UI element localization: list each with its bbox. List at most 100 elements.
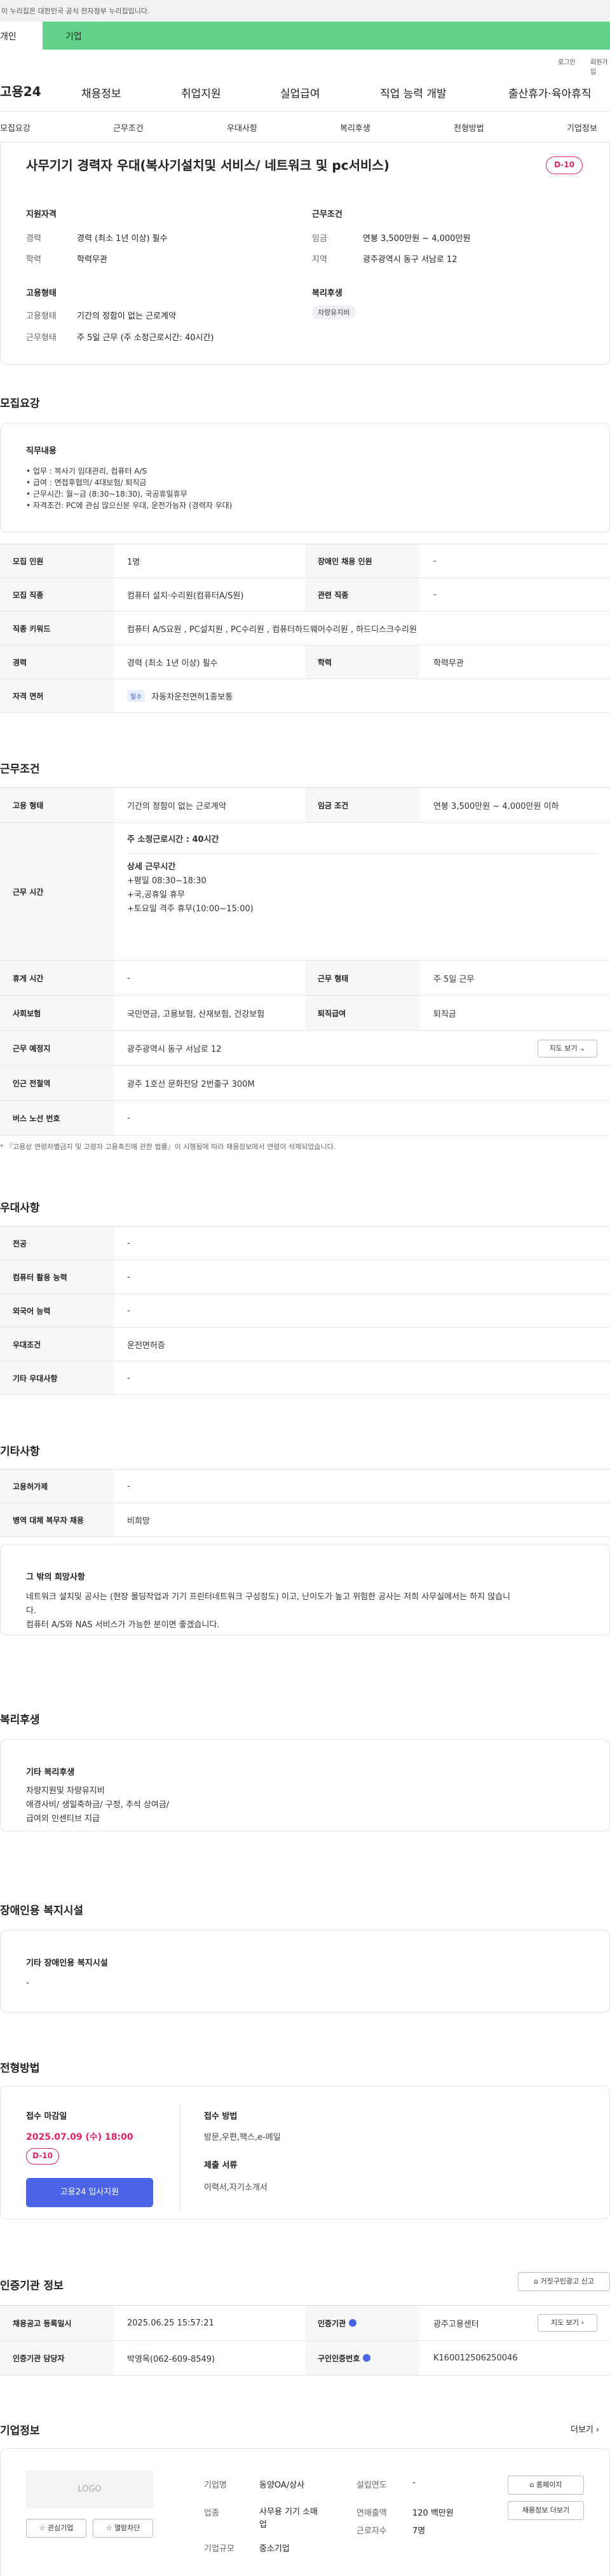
apply-button[interactable]: 고용24 입사지원 xyxy=(26,2178,153,2207)
anchor-pref[interactable]: 우대사항 xyxy=(227,121,257,134)
worktype-value: 주 5일 근무 (주 소정근로시간: 40시간) xyxy=(77,333,214,343)
table-row: 고용 형태 기간의 정함이 없는 근로계약 임금 조건 연봉 3,500만원 ~ 4… xyxy=(0,788,610,823)
pref-table: 전공 - 컴퓨터 활용 능력 - 외국어 능력 - 우대조건 운전면허증 기타 우대사항… xyxy=(0,1226,610,1395)
company-jobs-button[interactable]: 채용정보 더보기 xyxy=(508,2501,584,2520)
required-tag: 필수 xyxy=(127,689,146,702)
table-row: 사회보험 국민연금, 고용보험, 산재보험, 건강보험 퇴직급여 퇴직금 xyxy=(0,996,610,1031)
table-row: 인증기관 담당자 박영옥(062-609-8549) 구인인증번호 K160012… xyxy=(0,2341,610,2376)
agency-map-button[interactable]: 지도 보기 › xyxy=(538,2314,597,2332)
age-note: * 『고용상 연령차별금지 및 고령자 고용촉진에 관한 법률』이 시행됨에 따… xyxy=(0,1143,336,1151)
table-row: 컴퓨터 활용 능력 - xyxy=(0,1260,610,1294)
region-label: 지역 xyxy=(312,255,327,265)
table-row: 우대조건 운전면허증 xyxy=(0,1328,610,1361)
anchor-welfare[interactable]: 복리후생 xyxy=(340,121,370,134)
table-row: 기타 우대사항 - xyxy=(0,1361,610,1395)
edu-value: 학력무관 xyxy=(77,255,107,265)
table-row: 인근 전철역 광주 1호선 문화전당 2번출구 300M xyxy=(0,1066,610,1101)
wish-card: 그 밖의 희망사항 네트워크 설치및 공사는 (현장 몰딩작업과 기기 프린터네… xyxy=(0,1544,610,1636)
chevron-right-icon: › xyxy=(596,2425,600,2435)
emptype-value: 기간의 정함이 없는 근로계약 xyxy=(77,312,176,321)
emptype-label: 고용형태 xyxy=(26,312,57,321)
favorite-company-button[interactable]: ☆ 관심기업 xyxy=(26,2519,86,2538)
welfare-text: 차량지원및 차량유지비 애경사비/ 생일축하금/ 구정, 추석 상여금/급여외 인… xyxy=(26,1786,170,1824)
job-title: 사무기기 경력자 우대(복사기설치및 서비스/ 네트워크 및 pc서비스) xyxy=(26,158,390,173)
tab-individual[interactable]: 개인 xyxy=(0,22,43,50)
gnb-item-leave[interactable]: 출산휴가·육아휴직 xyxy=(508,85,592,100)
agency-section-title: 인증기관 정보 xyxy=(0,2280,64,2292)
process-card: 접수 마감일 2025.07.09 (수) 18:00 D-10 고용24 입사… xyxy=(0,2086,610,2219)
work-section-title: 근무조건 xyxy=(0,763,40,776)
gnb-item-support[interactable]: 취업지원 xyxy=(181,85,221,100)
welfare-tag: 차량유지비 xyxy=(312,305,356,319)
recruit-section-title: 모집요강 xyxy=(0,397,40,410)
pref-section-title: 우대사항 xyxy=(0,1202,40,1215)
company-more-link[interactable]: 더보기 › xyxy=(571,2423,599,2435)
wish-text: 네트워크 설치및 공사는 (현장 몰딩작업과 기기 프린터네트워크 구성정도) … xyxy=(26,1592,511,1630)
table-row: 직종 키워드 컴퓨터 A/S요원 , PC설치원 , PC수리원 , 컴퓨터하드웨… xyxy=(0,612,610,645)
company-section-title: 기업정보 xyxy=(0,2425,40,2437)
star-icon: ☆ xyxy=(39,2524,46,2532)
career-value: 경력 (최소 1년 이상) 필수 xyxy=(77,234,168,244)
util-bar: 로그인 회원가입 xyxy=(0,50,610,76)
anchor-recruit[interactable]: 모집요강 xyxy=(0,121,30,134)
map-button[interactable]: 지도 보기 ⌄ xyxy=(538,1040,597,1057)
welfare-card: 기타 복리후생 차량지원및 차량유지비 애경사비/ 생일축하금/ 구정, 추석 상… xyxy=(0,1739,610,1831)
table-row: 모집 인원 1명 장애인 채용 인원 - xyxy=(0,544,610,578)
facility-card: 기타 장애인용 복지시설 - xyxy=(0,1930,610,2013)
method-value: 방문,우편,팩스,e-메일 xyxy=(204,2133,281,2142)
docs-value: 이력서,자기소개서 xyxy=(204,2183,268,2193)
duty-card: 직무내용 • 업무 : 복사기 임대관리, 컴퓨터 A/S • 급여 : 면접후협… xyxy=(0,423,610,532)
anchor-work[interactable]: 근무조건 xyxy=(113,121,144,134)
table-row: 병역 대체 복무자 채용 비희망 xyxy=(0,1503,610,1537)
method-title: 접수 방법 xyxy=(204,2112,238,2121)
warning-icon: ⌂ xyxy=(534,2277,538,2285)
gnb-item-jobs[interactable]: 채용정보 xyxy=(81,85,121,100)
docs-title: 제출 서류 xyxy=(204,2161,238,2170)
tab-business[interactable]: 기업 xyxy=(65,30,82,43)
info-icon[interactable] xyxy=(349,2319,357,2327)
gnb-item-benefit[interactable]: 실업급여 xyxy=(280,85,320,100)
login-link[interactable]: 로그인 xyxy=(558,57,576,66)
brand-logo[interactable]: 고용24 xyxy=(0,81,41,100)
table-row: 외국어 능력 - xyxy=(0,1294,610,1328)
report-fake-ad-button[interactable]: ⌂ 거짓구인광고 신고 xyxy=(518,2272,610,2291)
table-row: 채용공고 등록일시 2025.06.25 15:57:21 인증기관 광주고용센터… xyxy=(0,2306,610,2341)
anchor-process[interactable]: 전형방법 xyxy=(454,121,484,134)
table-row: 자격 면허 필수 자동차운전면허1종보통 xyxy=(0,679,610,713)
table-row: 근무 시간 주 소정근로시간 : 40시간 상세 근무시간 +평일 08:30~… xyxy=(0,823,610,961)
wage-label: 임금 xyxy=(312,234,327,244)
gnb-item-training[interactable]: 직업 능력 개발 xyxy=(380,85,447,100)
deadline-title: 접수 마감일 xyxy=(26,2112,67,2121)
welfare-box-title: 기타 복리후생 xyxy=(26,1768,75,1777)
anchor-nav: 모집요강 근무조건 우대사항 복리후생 전형방법 기업정보 xyxy=(0,112,610,142)
career-label: 경력 xyxy=(26,234,41,244)
worktype-label: 근무형태 xyxy=(26,333,57,343)
company-card: LOGO ☆ 관심기업 ☆ 열람차단 기업명 동양OA/상사 업종 사무용 기기… xyxy=(0,2448,610,2576)
duty-text: • 업무 : 복사기 임대관리, 컴퓨터 A/S • 급여 : 면접후협의/ 4대… xyxy=(26,467,233,510)
duty-title: 직무내용 xyxy=(26,446,57,456)
qual-title: 지원자격 xyxy=(26,210,57,219)
block-icon: ☆ xyxy=(105,2524,112,2532)
cond-title: 근무조건 xyxy=(312,210,342,219)
welfare-title: 복리후생 xyxy=(312,289,342,298)
region-value: 광주광역시 동구 서남로 12 xyxy=(363,255,458,265)
chevron-down-icon: ⌄ xyxy=(580,1044,586,1052)
welfare-section-title: 복리후생 xyxy=(0,1714,40,1726)
edu-label: 학력 xyxy=(26,255,41,265)
dday-badge: D-10 xyxy=(546,156,583,174)
anchor-company[interactable]: 기업정보 xyxy=(567,121,597,134)
table-row: 근무 예정지 광주광역시 동구 서남로 12 지도 보기 ⌄ xyxy=(0,1031,610,1066)
homepage-button[interactable]: ⌂ 홈페이지 xyxy=(508,2476,584,2495)
info-icon[interactable] xyxy=(363,2354,371,2362)
work-table: 고용 형태 기간의 정함이 없는 근로계약 임금 조건 연봉 3,500만원 ~ 4… xyxy=(0,787,610,1136)
company-logo: LOGO xyxy=(26,2470,153,2509)
process-dday-badge: D-10 xyxy=(26,2148,59,2165)
recruit-table: 모집 인원 1명 장애인 채용 인원 - 모집 직종 컴퓨터 설치·수리원(컴퓨터A/… xyxy=(0,544,610,713)
facility-section-title: 장애인용 복지시설 xyxy=(0,1904,84,1917)
emp-title: 고용형태 xyxy=(26,289,57,298)
wage-value: 연봉 3,500만원 ~ 4,000만원 xyxy=(363,234,471,244)
block-view-button[interactable]: ☆ 열람차단 xyxy=(93,2519,153,2538)
table-row: 버스 노선 번호 - xyxy=(0,1101,610,1136)
agency-table: 채용공고 등록일시 2025.06.25 15:57:21 인증기관 광주고용센터… xyxy=(0,2305,610,2376)
table-row: 모집 직종 컴퓨터 설치·수리원(컴퓨터A/S원) 관련 직종 - xyxy=(0,578,610,612)
